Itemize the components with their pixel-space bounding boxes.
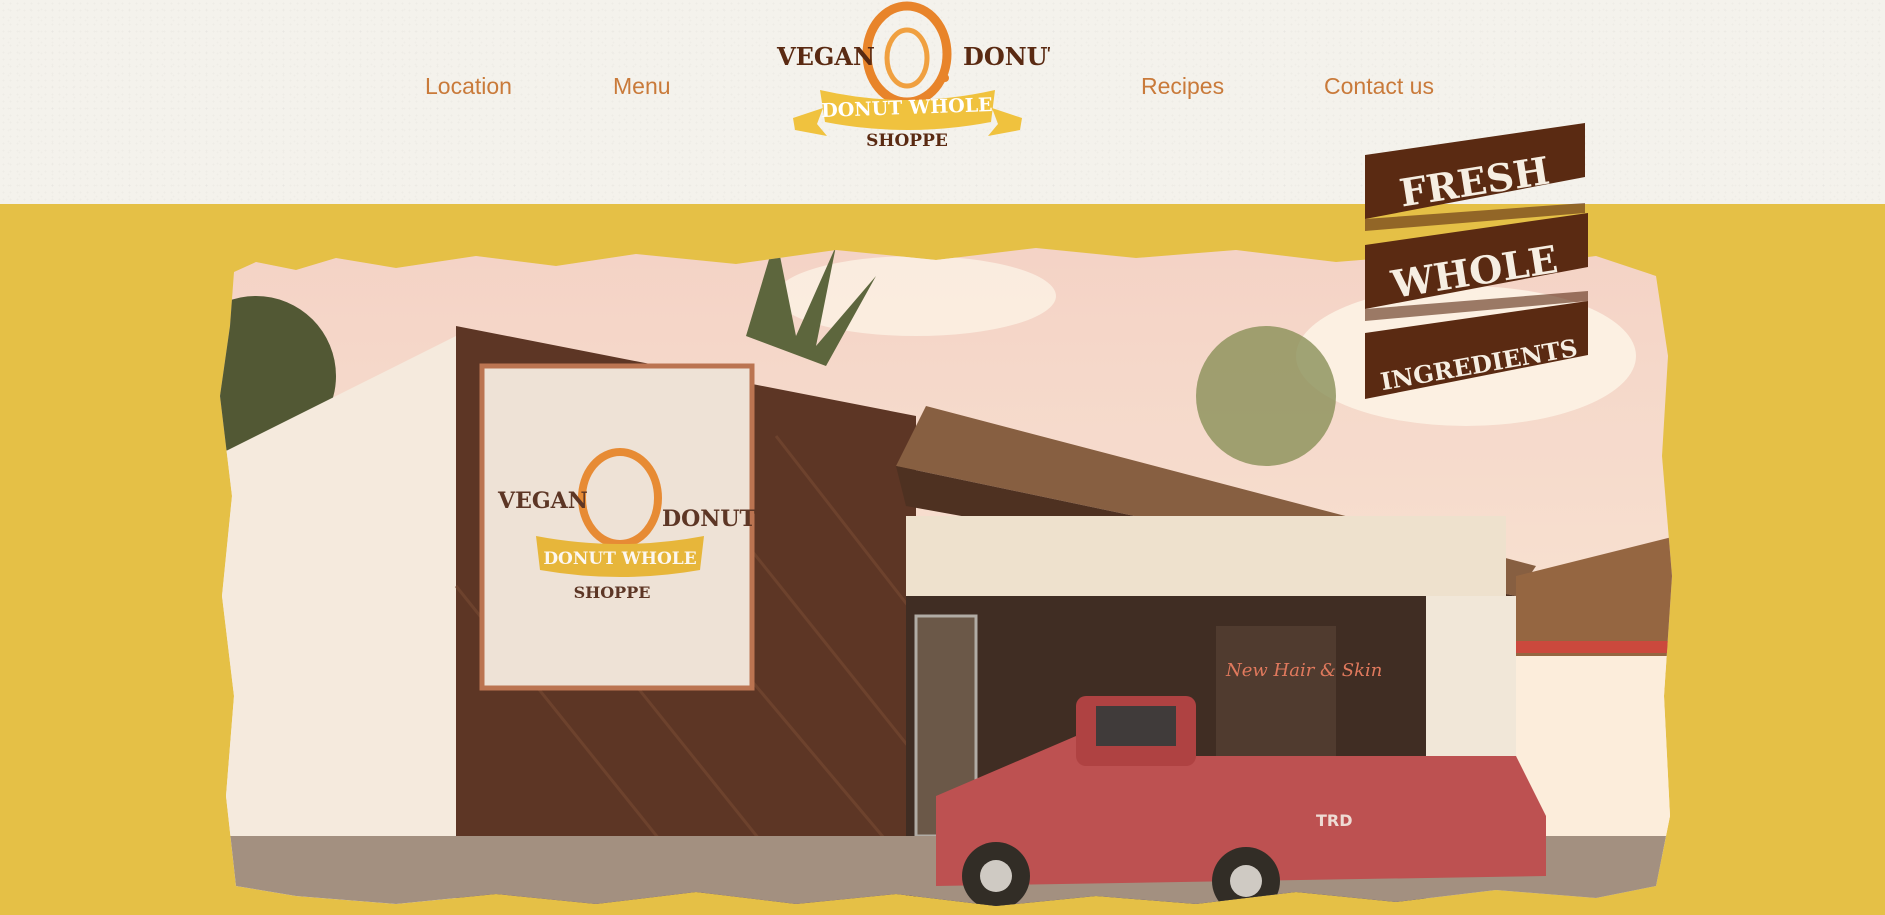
logo-donut-text: DONUT	[963, 42, 1050, 71]
logo-graphic: VEGAN DONUT DONUT WHOLE SHOPPE	[776, 1, 1066, 151]
fresh-ingredients-badge: FRESH WHOLE INGREDIENTS	[1355, 115, 1600, 415]
site-logo[interactable]: VEGAN DONUT DONUT WHOLE SHOPPE	[765, 0, 1066, 160]
nav-menu-link[interactable]: Menu	[613, 72, 671, 100]
logo-vegan-text: VEGAN	[776, 42, 875, 71]
logo-shoppe-text: SHOPPE	[866, 131, 948, 151]
nav-location-link[interactable]: Location	[425, 72, 512, 100]
ribbon-badge-graphic: FRESH WHOLE INGREDIENTS	[1365, 123, 1588, 399]
nav-recipes-link[interactable]: Recipes	[1141, 72, 1224, 100]
nav-contact-link[interactable]: Contact us	[1324, 72, 1434, 100]
